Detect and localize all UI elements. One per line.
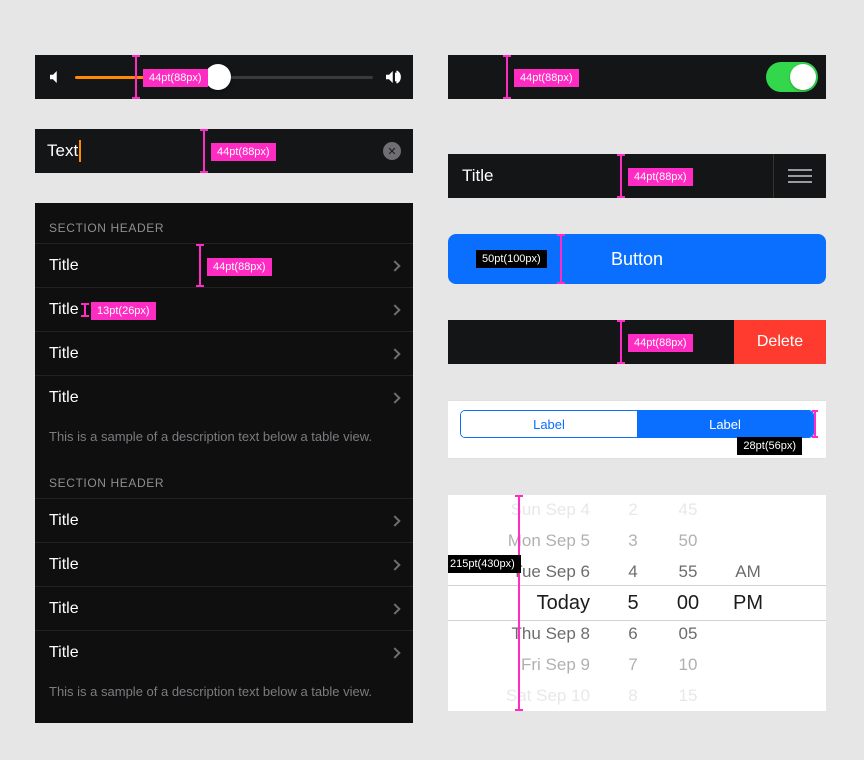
text-caret — [79, 140, 81, 162]
row-title: Title — [49, 556, 79, 574]
section-footer: This is a sample of a description text b… — [35, 674, 413, 713]
section-header: SECTION HEADER — [35, 203, 413, 243]
volume-high-icon — [383, 68, 401, 86]
annotation-label: 44pt(88px) — [628, 168, 693, 186]
annotation-label: 44pt(88px) — [514, 69, 579, 87]
picker-minute-column[interactable]: 45 50 55 00 05 10 15 — [658, 495, 718, 711]
toggle-row: 44pt(88px) — [448, 55, 826, 99]
slider-thumb[interactable] — [205, 64, 231, 90]
table-row[interactable]: Title — [35, 375, 413, 419]
volume-low-icon — [47, 68, 65, 86]
row-title: Title — [49, 345, 79, 363]
primary-button-label: Button — [611, 249, 663, 270]
delete-button-label: Delete — [757, 333, 803, 351]
picker-hour-column[interactable]: 2 3 4 5 6 7 8 — [608, 495, 658, 711]
text-field-value: Text — [47, 141, 78, 161]
slider-track[interactable] — [75, 76, 373, 79]
row-title: Title — [49, 600, 79, 618]
title-bar-title: Title — [462, 166, 494, 186]
table-row[interactable]: Title — [35, 630, 413, 674]
chevron-right-icon — [389, 304, 400, 315]
row-title: Title — [49, 301, 79, 319]
annotation-label: 28pt(56px) — [737, 437, 802, 455]
picker-ampm-column[interactable]: AM PM — [718, 495, 778, 711]
swipe-row[interactable]: Delete 44pt(88px) — [448, 320, 826, 364]
chevron-right-icon — [389, 348, 400, 359]
table-row[interactable]: Title 13pt(26px) — [35, 287, 413, 331]
segmented-control[interactable]: Label Label — [460, 410, 814, 438]
primary-button[interactable]: Button 50pt(100px) — [448, 234, 826, 284]
title-bar: Title 44pt(88px) — [448, 154, 826, 198]
table-row[interactable]: Title 44pt(88px) — [35, 243, 413, 287]
chevron-right-icon — [389, 515, 400, 526]
chevron-right-icon — [389, 647, 400, 658]
row-title: Title — [49, 512, 79, 530]
picker-date-column[interactable]: Sun Sep 4 Mon Sep 5 Tue Sep 6 Today Thu … — [448, 495, 608, 711]
annotation-label: 44pt(88px) — [207, 258, 272, 276]
text-field-row[interactable]: Text ✕ 44pt(88px) — [35, 129, 413, 173]
table-row[interactable]: Title — [35, 542, 413, 586]
annotation-label: 44pt(88px) — [211, 143, 276, 161]
table-row[interactable]: Title — [35, 498, 413, 542]
table-view: SECTION HEADER Title 44pt(88px) Title 13… — [35, 203, 413, 723]
annotation-label: 44pt(88px) — [628, 334, 693, 352]
chevron-right-icon — [389, 559, 400, 570]
menu-icon[interactable] — [773, 154, 812, 198]
date-picker[interactable]: Sun Sep 4 Mon Sep 5 Tue Sep 6 Today Thu … — [448, 495, 826, 711]
chevron-right-icon — [389, 392, 400, 403]
segment-option[interactable]: Label — [461, 411, 637, 437]
row-title: Title — [49, 257, 79, 275]
segmented-wrapper: Label Label 28pt(56px) — [448, 400, 826, 459]
section-header: SECTION HEADER — [35, 458, 413, 498]
segment-option[interactable]: Label — [637, 411, 813, 437]
section-footer: This is a sample of a description text b… — [35, 419, 413, 458]
switch-toggle[interactable] — [766, 62, 818, 92]
row-title: Title — [49, 644, 79, 662]
clear-icon[interactable]: ✕ — [383, 142, 401, 160]
table-row[interactable]: Title — [35, 331, 413, 375]
chevron-right-icon — [389, 603, 400, 614]
row-title: Title — [49, 389, 79, 407]
volume-slider-row[interactable]: 44pt(88px) — [35, 55, 413, 99]
annotation-label: 44pt(88px) — [143, 69, 208, 87]
annotation-label: 215pt(430px) — [448, 555, 521, 573]
annotation-label: 50pt(100px) — [476, 250, 547, 268]
delete-button[interactable]: Delete — [734, 320, 826, 364]
annotation-label: 13pt(26px) — [91, 302, 156, 320]
table-row[interactable]: Title — [35, 586, 413, 630]
chevron-right-icon — [389, 260, 400, 271]
